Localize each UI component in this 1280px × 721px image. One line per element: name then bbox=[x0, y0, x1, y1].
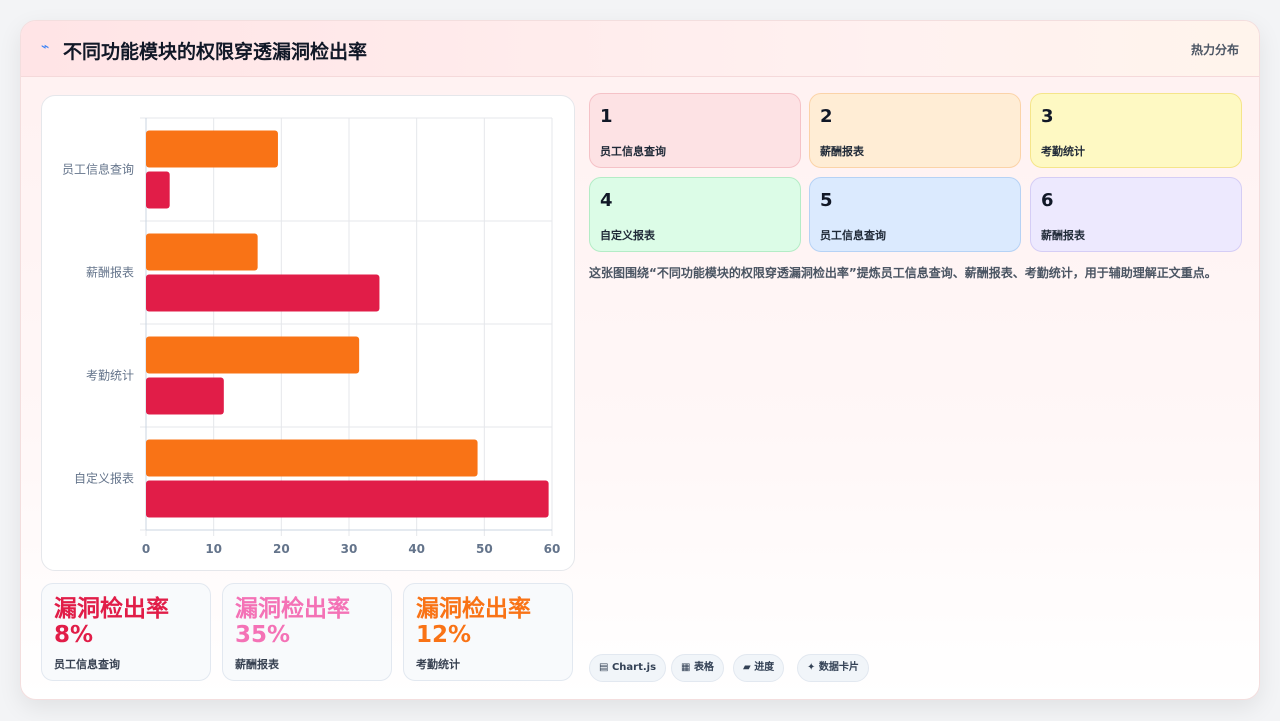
pill-table[interactable]: ▦ 表格 bbox=[671, 654, 724, 682]
y-tick-label: 考勤统计 bbox=[86, 369, 134, 383]
y-tick-label: 自定义报表 bbox=[74, 471, 134, 486]
x-tick-label: 0 bbox=[142, 542, 150, 556]
module-tile-5[interactable]: 5 员工信息查询 bbox=[809, 177, 1021, 252]
tile-number: 1 bbox=[600, 106, 613, 127]
page-title: 不同功能模块的权限穿透漏洞检出率 bbox=[63, 41, 368, 63]
kpi-label: 薪酬报表 bbox=[235, 658, 279, 671]
kpi-value: 漏洞检出率 35% bbox=[235, 596, 350, 648]
card-header: ⌁ 不同功能模块的权限穿透漏洞检出率 热力分布 bbox=[21, 21, 1259, 77]
progress-icon: ▰ bbox=[743, 662, 751, 673]
kpi-label: 员工信息查询 bbox=[54, 658, 120, 671]
pill-label: 数据卡片 bbox=[818, 662, 859, 673]
pill-label: Chart.js bbox=[611, 662, 657, 673]
y-tick-label: 员工信息查询 bbox=[62, 162, 134, 177]
module-tile-4[interactable]: 4 自定义报表 bbox=[589, 177, 801, 252]
tile-label: 薪酬报表 bbox=[820, 145, 864, 158]
tile-label: 考勤统计 bbox=[1041, 145, 1085, 158]
tile-number: 6 bbox=[1041, 190, 1054, 211]
table-icon: ▦ bbox=[681, 662, 691, 673]
pill-chartjs[interactable]: ▤ Chart.js bbox=[589, 654, 667, 682]
tile-label: 员工信息查询 bbox=[600, 145, 666, 158]
bar bbox=[146, 336, 360, 374]
tile-number: 3 bbox=[1041, 106, 1054, 127]
pill-label: 表格 bbox=[693, 662, 714, 673]
x-tick-label: 60 bbox=[544, 542, 561, 556]
pulse-icon: ⌁ bbox=[41, 39, 50, 55]
x-tick-label: 50 bbox=[476, 542, 493, 556]
kpi-label: 考勤统计 bbox=[416, 658, 460, 671]
module-tile-3[interactable]: 3 考勤统计 bbox=[1030, 93, 1242, 168]
module-tile-2[interactable]: 2 薪酬报表 bbox=[809, 93, 1021, 168]
tile-number: 4 bbox=[600, 190, 613, 211]
tile-label: 自定义报表 bbox=[600, 229, 655, 242]
chart-description: 这张图围绕“不同功能模块的权限穿透漏洞检出率”提炼员工信息查询、薪酬报表、考勤统… bbox=[589, 266, 1217, 280]
module-tile-1[interactable]: 1 员工信息查询 bbox=[589, 93, 801, 168]
bar bbox=[146, 274, 380, 312]
bar-chart-panel: 0 10 20 30 40 50 60 员工信息查询薪酬报表考勤统计自定义报表 bbox=[41, 95, 575, 571]
bar-chart: 0 10 20 30 40 50 60 员工信息查询薪酬报表考勤统计自定义报表 bbox=[62, 117, 561, 556]
x-tick-label: 20 bbox=[273, 542, 290, 556]
bar bbox=[146, 233, 258, 271]
module-tiles: 1 员工信息查询 2 薪酬报表 3 考勤统计 4 自定义报表 5 员工信息查询 … bbox=[589, 93, 1242, 253]
bar bbox=[146, 439, 478, 477]
kpi-value: 漏洞检出率 8% bbox=[54, 596, 169, 648]
tile-number: 5 bbox=[820, 190, 833, 211]
bar bbox=[146, 130, 278, 168]
module-tile-6[interactable]: 6 薪酬报表 bbox=[1030, 177, 1242, 252]
kpi-card-1: 漏洞检出率 8% 员工信息查询 bbox=[41, 583, 211, 681]
main-card: ⌁ 不同功能模块的权限穿透漏洞检出率 热力分布 0 10 20 30 40 50 60 员工信… bbox=[20, 20, 1260, 700]
kpi-card-3: 漏洞检出率 12% 考勤统计 bbox=[403, 583, 573, 681]
kpi-value: 漏洞检出率 12% bbox=[416, 596, 531, 648]
y-tick-label: 薪酬报表 bbox=[86, 265, 134, 280]
tile-number: 2 bbox=[820, 106, 833, 127]
heatmap-tag[interactable]: 热力分布 bbox=[1191, 41, 1239, 58]
x-tick-label: 30 bbox=[341, 542, 358, 556]
bar bbox=[146, 377, 224, 415]
x-tick-label: 10 bbox=[205, 542, 222, 556]
pill-datacard[interactable]: ✦ 数据卡片 bbox=[797, 654, 869, 682]
pill-label: 进度 bbox=[754, 662, 775, 673]
tile-label: 薪酬报表 bbox=[1041, 229, 1085, 242]
sparkle-icon: ✦ bbox=[807, 662, 816, 673]
bar bbox=[146, 171, 170, 209]
bar bbox=[146, 480, 549, 518]
kpi-card-2: 漏洞检出率 35% 薪酬报表 bbox=[222, 583, 392, 681]
pill-progress[interactable]: ▰ 进度 bbox=[733, 654, 785, 682]
tile-label: 员工信息查询 bbox=[820, 229, 886, 242]
chart-icon: ▤ bbox=[599, 662, 609, 673]
x-tick-label: 40 bbox=[408, 542, 425, 556]
